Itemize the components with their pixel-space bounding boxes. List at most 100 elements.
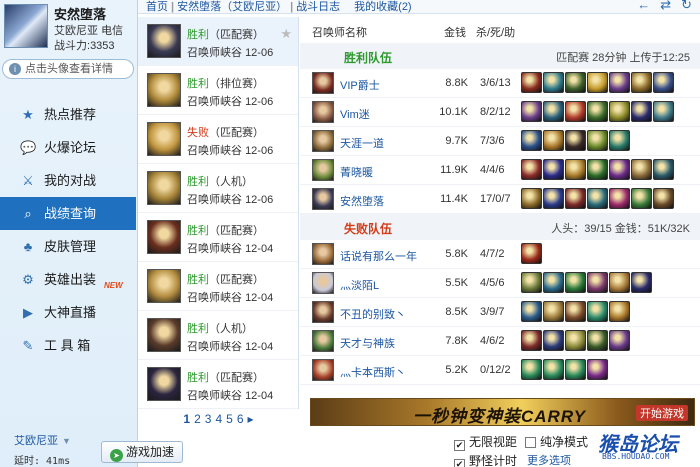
- item-icon: [609, 72, 630, 93]
- win-team-title: 胜利队伍: [344, 51, 393, 65]
- item-icon: [565, 130, 586, 151]
- match-item[interactable]: 失败（匹配赛） 召唤师峡谷 12-06: [138, 115, 298, 164]
- player-kda: 4/6/2: [480, 335, 505, 347]
- match-mode: （匹配赛）: [209, 274, 264, 286]
- page-link[interactable]: 1: [183, 412, 190, 426]
- accelerate-icon: ➤: [109, 449, 123, 462]
- nav-item-search[interactable]: ⌕ 战绩查询: [0, 197, 136, 230]
- checkbox-unchecked-icon[interactable]: [525, 437, 536, 448]
- champion-icon: [312, 359, 334, 381]
- favorites-link[interactable]: 我的收藏(2): [354, 1, 411, 13]
- summoner-name-link[interactable]: 天涯一道: [340, 135, 384, 151]
- nav-item-star[interactable]: ★ 热点推荐: [0, 98, 138, 131]
- next-page-button[interactable]: ▸: [248, 412, 254, 426]
- item-icon: [543, 359, 564, 380]
- option-jungle-timer[interactable]: ✔ 野怪计时: [454, 452, 517, 467]
- share-icon[interactable]: ⇄: [660, 0, 671, 12]
- item-build: [521, 130, 631, 151]
- breadcrumb-page[interactable]: 战斗日志: [296, 1, 340, 13]
- summoner-name-link[interactable]: 不丑的别致丶: [340, 306, 406, 322]
- profile-power: 战斗力:3353: [54, 37, 115, 53]
- item-icon: [521, 130, 542, 151]
- page-link[interactable]: 5: [226, 412, 233, 426]
- promo-banner[interactable]: 一秒钟变神装CARRY 开始游戏: [310, 398, 695, 426]
- item-icon: [587, 359, 608, 380]
- breadcrumb-user[interactable]: 安然堕落（艾欧尼亚）: [177, 1, 287, 13]
- item-icon: [521, 301, 542, 322]
- champion-portrait: [147, 24, 181, 58]
- match-item[interactable]: 胜利（匹配赛） 召唤师峡谷 12-04: [138, 360, 298, 409]
- nav-item-battle[interactable]: ⚔ 我的对战: [0, 164, 138, 197]
- match-map: 召唤师峡谷 12-04: [187, 289, 273, 305]
- match-item[interactable]: 胜利（排位赛） 召唤师峡谷 12-06: [138, 66, 298, 115]
- gear-icon: ⚙: [22, 272, 34, 287]
- item-icon: [653, 188, 674, 209]
- checkbox-checked-icon[interactable]: ✔: [454, 459, 465, 467]
- more-options-link[interactable]: 更多选项: [527, 452, 571, 467]
- match-list: 胜利（匹配赛） 召唤师峡谷 12-06 ★ 胜利（排位赛） 召唤师峡谷 12-06 失败（…: [138, 17, 299, 409]
- match-result: 胜利（匹配赛）: [187, 26, 264, 42]
- back-icon[interactable]: ←: [637, 0, 650, 12]
- item-icon: [565, 330, 586, 351]
- banner-start-button[interactable]: 开始游戏: [636, 405, 688, 421]
- item-icon: [521, 101, 542, 122]
- item-icon: [587, 301, 608, 322]
- lose-team-header: 失败队伍 人头：39/15 金钱：51K/32K: [300, 214, 700, 240]
- option-unlimited-view[interactable]: ✔ 无限视距: [454, 433, 517, 451]
- nav-item-chat[interactable]: 💬 火爆论坛: [0, 131, 138, 164]
- summoner-name-link[interactable]: 安然堕落: [340, 193, 384, 209]
- nav-item-skin[interactable]: ♣ 皮肤管理: [0, 230, 138, 263]
- match-item[interactable]: 胜利（人机） 召唤师峡谷 12-04: [138, 311, 298, 360]
- lose-team-list: 话说有那么一年 5.8K 4/7/2 灬淡陌L 5.5K 4/5/6 不丑的别致丶 8.5K 3…: [300, 240, 700, 385]
- map-name: 召唤师峡谷: [187, 194, 242, 206]
- breadcrumb-home[interactable]: 首页: [146, 1, 168, 13]
- game-accelerate-label: 游戏加速: [125, 445, 174, 459]
- option-pure-mode[interactable]: 纯净模式: [525, 433, 588, 450]
- summoner-name-link[interactable]: 话说有那么一年: [340, 248, 417, 264]
- summoner-name-link[interactable]: 灬淡陌L: [340, 277, 379, 293]
- player-row: 不丑的别致丶 8.5K 3/9/7: [300, 298, 700, 327]
- player-kda: 0/12/2: [480, 364, 511, 376]
- page-link[interactable]: 2: [194, 412, 201, 426]
- item-icon: [521, 188, 542, 209]
- favorite-star-icon[interactable]: ★: [280, 26, 292, 42]
- match-date: 12-04: [245, 341, 274, 353]
- champion-portrait: [147, 318, 181, 352]
- match-item[interactable]: 胜利（匹配赛） 召唤师峡谷 12-06 ★: [138, 17, 298, 66]
- nav-item-live[interactable]: ▶ 大神直播: [0, 296, 138, 329]
- page-link[interactable]: 4: [215, 412, 222, 426]
- checkbox-checked-icon[interactable]: ✔: [454, 440, 465, 451]
- champion-icon: [312, 301, 334, 323]
- page-link[interactable]: 3: [205, 412, 212, 426]
- nav-item-wrench[interactable]: ✎ 工 具 箱: [0, 329, 138, 362]
- champion-icon: [312, 330, 334, 352]
- player-row: VIP爵士 8.8K 3/6/13: [300, 69, 700, 98]
- avatar[interactable]: [4, 4, 48, 48]
- region-select[interactable]: 艾欧尼亚 ▼: [14, 432, 71, 448]
- match-mode: （排位赛）: [209, 78, 264, 90]
- live-icon: ▶: [23, 305, 33, 320]
- page-link[interactable]: 6: [237, 412, 244, 426]
- summoner-name-link[interactable]: 菁晓暖: [340, 164, 373, 180]
- refresh-icon[interactable]: ↻: [681, 0, 692, 12]
- summoner-name-link[interactable]: Vim迷: [340, 106, 370, 122]
- match-item[interactable]: 胜利（人机） 召唤师峡谷 12-06: [138, 164, 298, 213]
- match-detail: 召唤师名称 金钱 杀/死/助 胜利队伍 匹配赛 28分钟 上传于12:25 VI…: [300, 17, 700, 397]
- item-icon: [631, 101, 652, 122]
- game-accelerate-button[interactable]: ➤ 游戏加速: [101, 441, 183, 463]
- match-date: 12-04: [245, 292, 274, 304]
- match-mode: （人机）: [209, 176, 253, 188]
- nav-item-label: 皮肤管理: [44, 239, 97, 254]
- nav-item-label: 热点推荐: [44, 107, 97, 122]
- item-icon: [609, 130, 630, 151]
- item-icon: [521, 330, 542, 351]
- summoner-name-link[interactable]: VIP爵士: [340, 77, 380, 93]
- summoner-name-link[interactable]: 天才与神族: [340, 335, 395, 351]
- match-date: 12-04: [245, 390, 274, 402]
- view-details-button[interactable]: i 点击头像查看详情: [2, 59, 134, 79]
- result-label: 胜利: [187, 225, 209, 237]
- summoner-name-link[interactable]: 灬卡本西斯丶: [340, 364, 406, 380]
- match-item[interactable]: 胜利（匹配赛） 召唤师峡谷 12-04: [138, 262, 298, 311]
- nav-item-gear[interactable]: ⚙ 英雄出装 NEW: [0, 263, 138, 296]
- match-item[interactable]: 胜利（匹配赛） 召唤师峡谷 12-04: [138, 213, 298, 262]
